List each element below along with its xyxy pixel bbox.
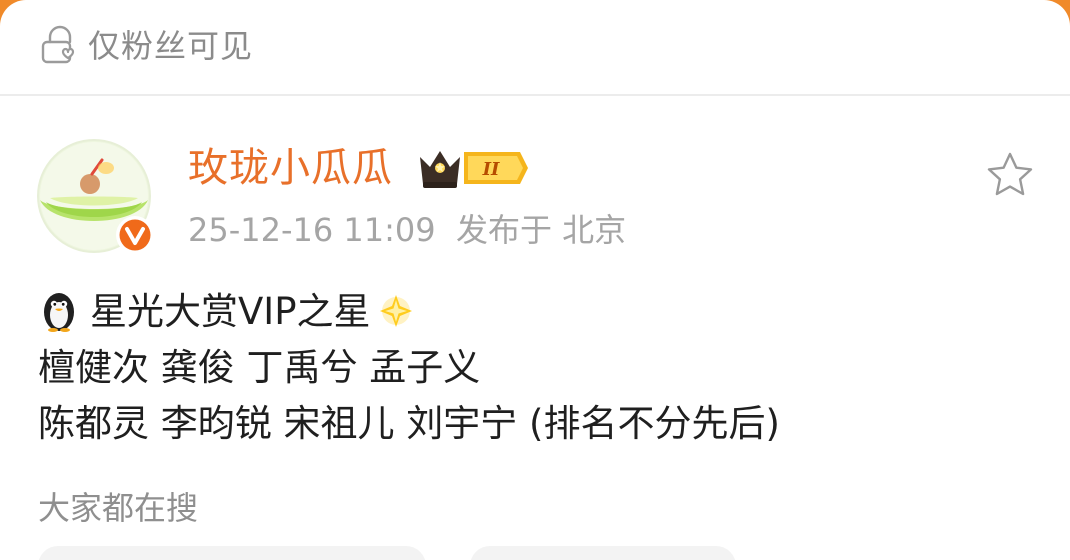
- vip-level-label: II: [482, 159, 500, 180]
- post-line-2: 檀健次 龚俊 丁禹兮 孟子义: [38, 346, 481, 389]
- post-content: 星光大赏VIP之星 檀健次 龚俊 丁禹兮 孟子义 陈都灵 李昀锐 宋祖儿 刘宇宁…: [38, 284, 1038, 452]
- post-location: 发布于 北京: [455, 211, 627, 249]
- hot-search-title: 大家都在搜: [38, 489, 199, 527]
- hot-search-chip[interactable]: [470, 546, 736, 560]
- post-meta: 25-12-16 11:09 发布于 北京: [188, 206, 626, 254]
- sparkle-star-icon: [379, 295, 412, 327]
- visibility-bar: 仅粉丝可见: [0, 0, 1070, 96]
- penguin-icon: [44, 293, 74, 332]
- post-line-1: 星光大赏VIP之星: [38, 284, 1038, 340]
- post-card: 仅粉丝可见 玫珑小瓜瓜 II 25-12-16 11:09 发布于 北京 星光大…: [0, 0, 1070, 560]
- post-timestamp: 25-12-16 11:09: [188, 211, 436, 249]
- star-outline-icon[interactable]: [984, 150, 1036, 202]
- post-line-3: 陈都灵 李昀锐 宋祖儿 刘宇宁 (排名不分先后): [38, 402, 780, 445]
- verified-v-icon: [116, 216, 154, 254]
- hot-search-chip[interactable]: [38, 546, 426, 560]
- crown-badge[interactable]: II: [416, 143, 530, 193]
- post-line-1-text: 星光大赏VIP之星: [90, 290, 371, 333]
- visibility-label: 仅粉丝可见: [88, 27, 254, 65]
- username[interactable]: 玫珑小瓜瓜: [188, 140, 393, 196]
- lock-icon: [41, 25, 75, 64]
